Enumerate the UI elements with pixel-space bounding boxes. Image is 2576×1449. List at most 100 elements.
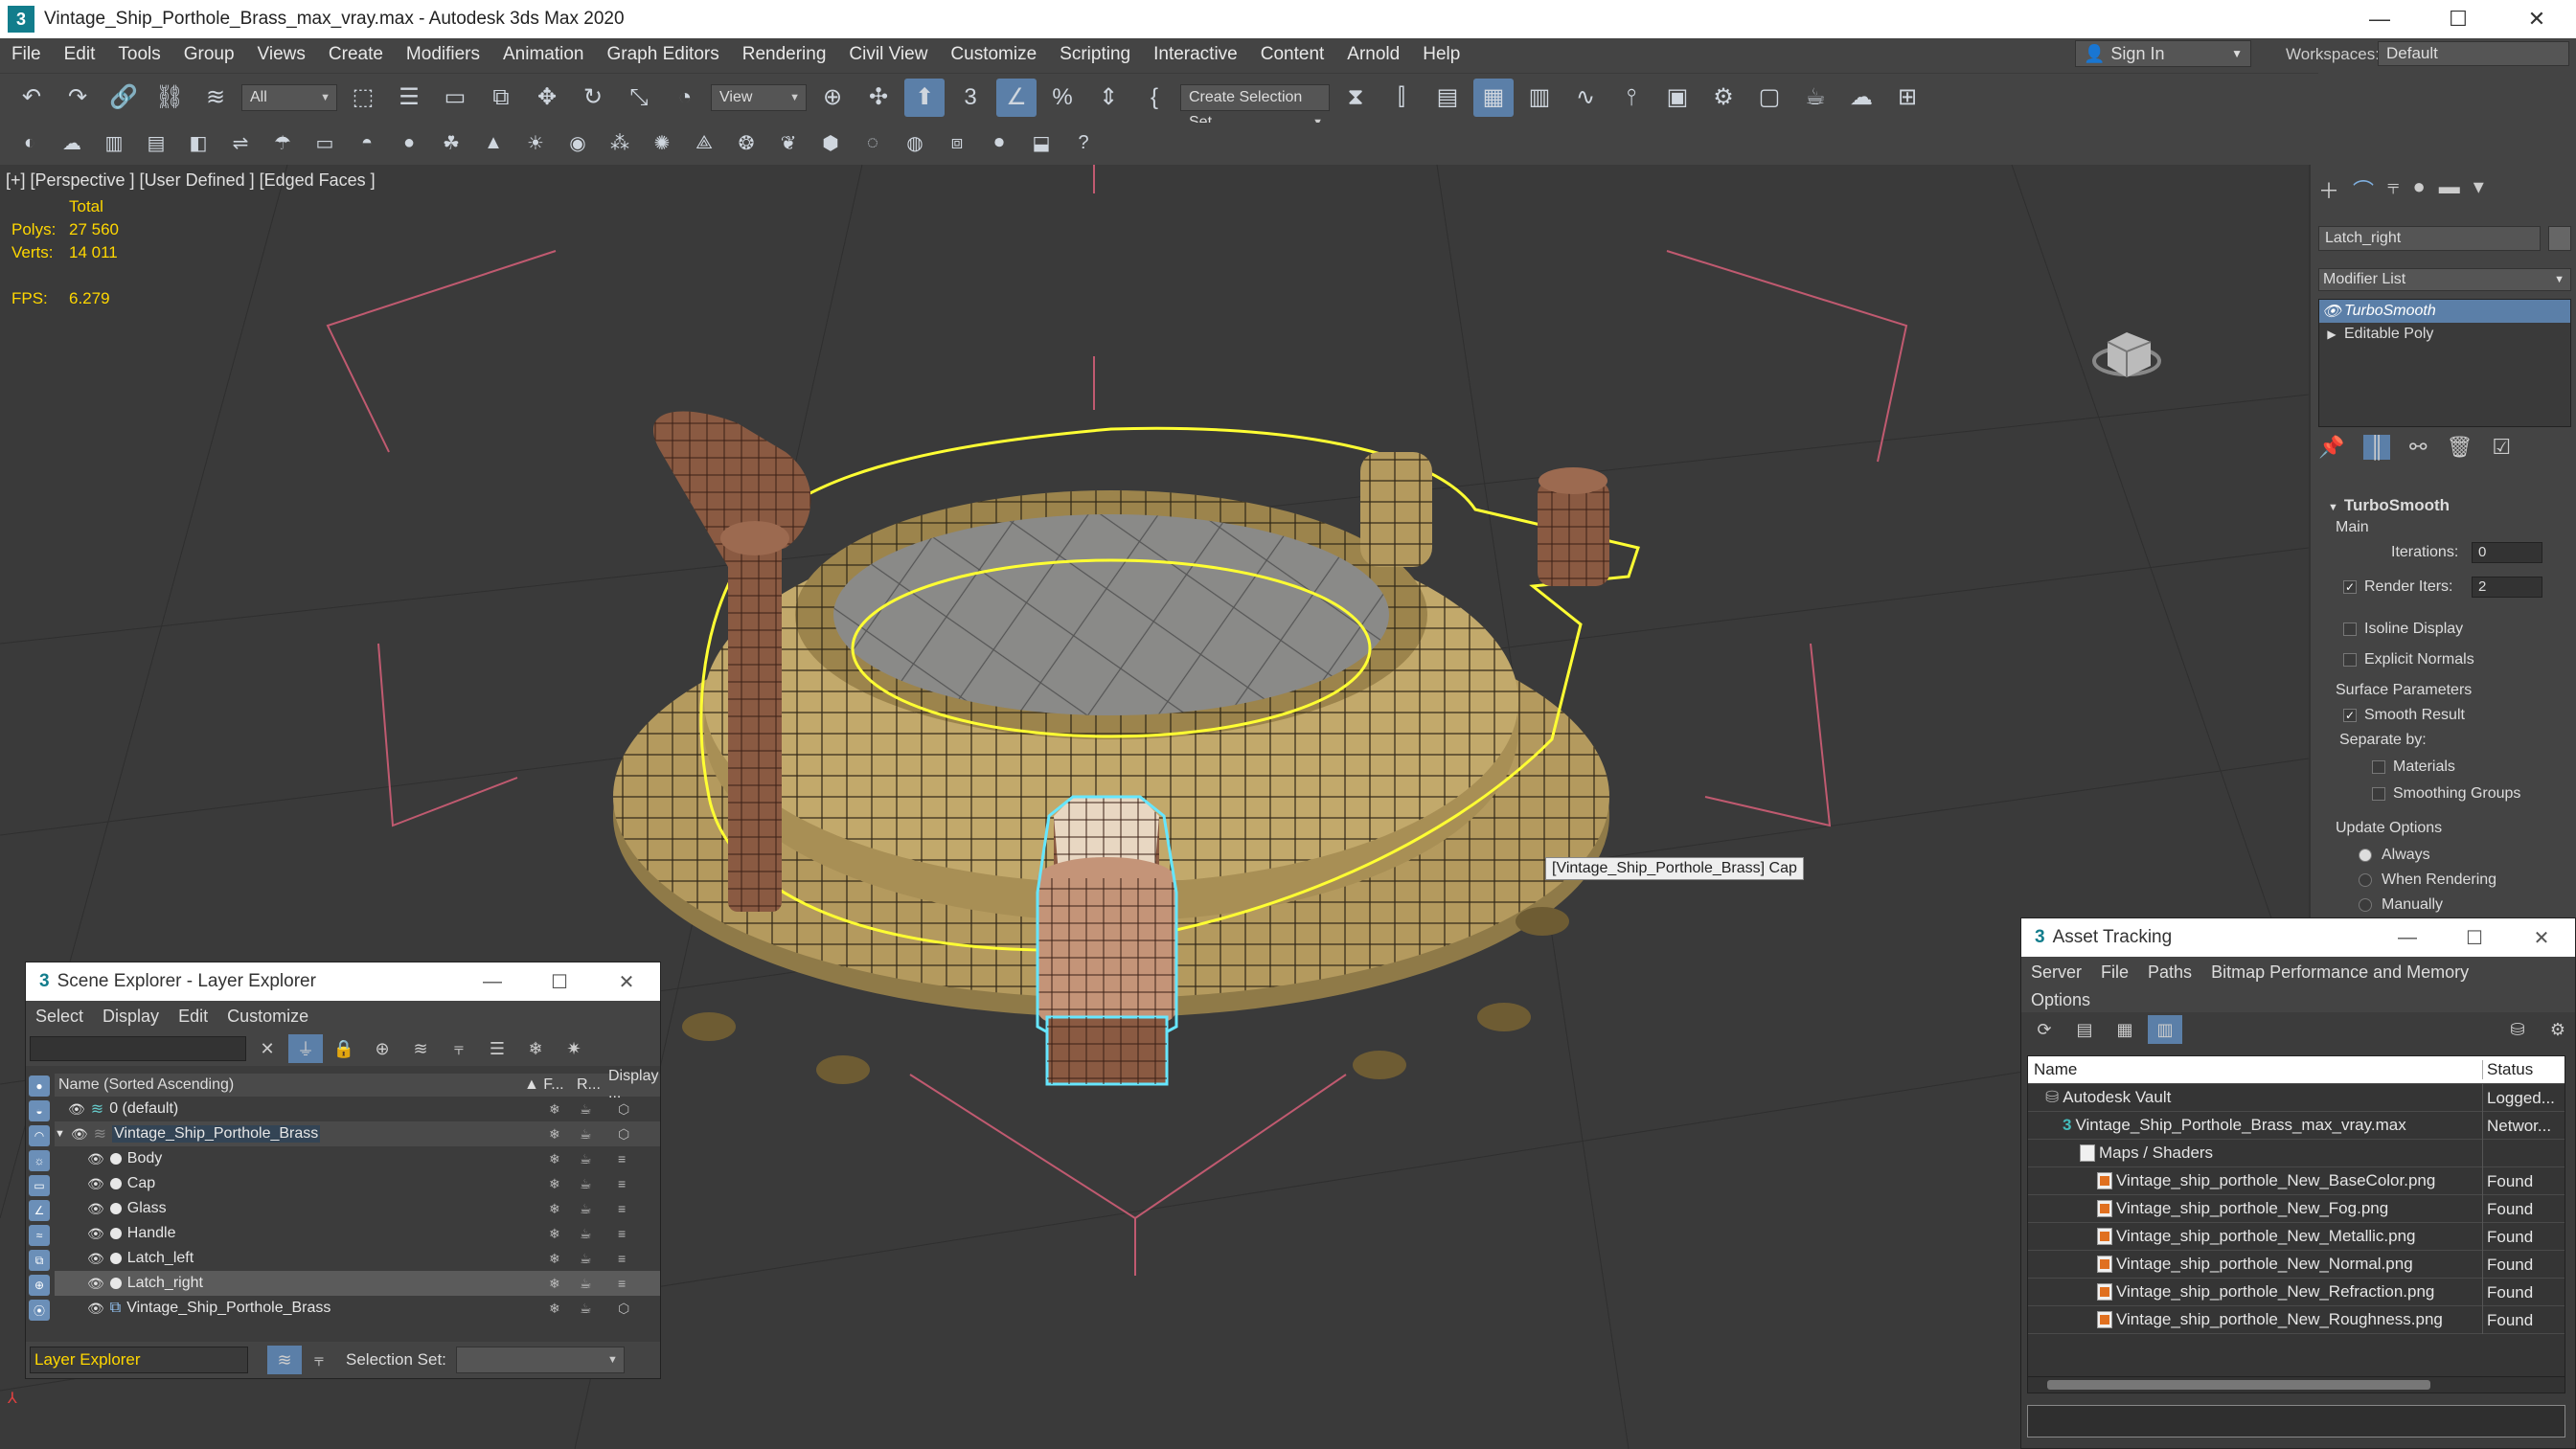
teapot-icon[interactable]: ☕ [580, 1101, 592, 1118]
teapot-icon[interactable]: ☕ [580, 1151, 592, 1167]
close-button[interactable]: ✕ [2497, 0, 2576, 38]
object-row[interactable]: 👁 Handle ❄ ☕ ≡ [55, 1221, 660, 1246]
material-editor-icon[interactable]: ▣ [1657, 79, 1698, 117]
stack-icon[interactable]: ≡ [618, 1226, 626, 1241]
freeze-icon[interactable]: ❄ [549, 1126, 560, 1143]
motion-tab-icon[interactable]: ● [2412, 174, 2425, 205]
at-menu-bitmap-performance[interactable]: Bitmap Performance and Memory [2201, 962, 2478, 983]
teapot-icon[interactable]: ☕ [580, 1251, 592, 1267]
minimize-button[interactable]: — [2340, 0, 2419, 38]
layer-explorer-mode-icon[interactable]: ≋ [267, 1346, 302, 1374]
vray-plane-icon[interactable]: ⟁ [686, 126, 722, 159]
percent-snap-icon[interactable]: % [1042, 79, 1083, 117]
asset-row[interactable]: ⛁ Autodesk Vault Logged... [2028, 1083, 2565, 1112]
se-menu-display[interactable]: Display [93, 1007, 169, 1027]
stack-icon[interactable]: ≡ [618, 1151, 626, 1166]
eye-icon[interactable]: 👁 [87, 1201, 104, 1217]
a360-gallery-icon[interactable]: ⊞ [1887, 79, 1927, 117]
vray-scene-converter-icon[interactable]: ⬓ [1023, 126, 1060, 159]
menu-help[interactable]: Help [1411, 44, 1471, 65]
se-menu-edit[interactable]: Edit [169, 1007, 217, 1027]
settings-icon[interactable]: ⚙ [2541, 1015, 2575, 1044]
layer-row[interactable]: ▼ 👁 ≋ Vintage_Ship_Porthole_Brass ❄ ☕ ⬡ [55, 1121, 660, 1146]
stack-icon[interactable]: ≡ [618, 1276, 626, 1291]
close-button[interactable]: ✕ [593, 962, 660, 1001]
smooth-result-checkbox[interactable]: ✓ [2343, 709, 2357, 722]
smoothing-groups-checkbox[interactable] [2372, 787, 2385, 801]
vray-ipr-icon[interactable]: ☁ [54, 126, 90, 159]
teapot-icon[interactable]: ☕ [580, 1126, 592, 1143]
reference-coordinate-dropdown[interactable]: View [711, 83, 807, 111]
display-shapes-icon[interactable]: ◠ [29, 1125, 50, 1146]
vray-mesh-light-icon[interactable]: ☘ [433, 126, 469, 159]
eye-icon[interactable]: 👁 [68, 1101, 85, 1118]
freeze-icon[interactable]: ❄ [549, 1226, 560, 1242]
col-status-header[interactable]: Status [2482, 1060, 2533, 1079]
close-button[interactable]: ✕ [2508, 918, 2575, 957]
unlink-icon[interactable]: ⛓ [149, 79, 190, 117]
menu-scripting[interactable]: Scripting [1048, 44, 1142, 65]
vray-ies-light-icon[interactable]: ▲ [475, 126, 512, 159]
freeze-icon[interactable]: ❄ [549, 1176, 560, 1192]
box-icon[interactable]: ⬡ [618, 1301, 629, 1317]
freeze-icon[interactable]: ❄ [549, 1276, 560, 1292]
se-menu-select[interactable]: Select [26, 1007, 93, 1027]
vray-clipper-icon[interactable]: ◌ [855, 126, 891, 159]
explicit-normals-checkbox[interactable] [2343, 653, 2357, 667]
display-none-icon[interactable]: ● [29, 1075, 50, 1097]
asset-row[interactable]: Vintage_ship_porthole_New_BaseColor.png … [2028, 1166, 2565, 1195]
always-radio[interactable] [2359, 849, 2372, 862]
vray-ambient-light-icon[interactable]: ◉ [559, 126, 596, 159]
manually-radio[interactable] [2359, 898, 2372, 912]
spinner-snap-icon[interactable]: ⇕ [1088, 79, 1128, 117]
object-row[interactable]: 👁 ⧉ Vintage_Ship_Porthole_Brass ❄ ☕ ⬡ [55, 1296, 660, 1321]
vray-sun-icon[interactable]: ☀ [517, 126, 554, 159]
render-in-cloud-icon[interactable]: ☁ [1841, 79, 1881, 117]
modify-tab-icon[interactable]: ⌒ [2353, 174, 2374, 205]
teapot-icon[interactable]: ☕ [580, 1301, 592, 1317]
vray-volume-grid-icon[interactable]: ❂ [728, 126, 764, 159]
filter-icon[interactable]: ⏚ [288, 1034, 323, 1063]
when-rendering-radio[interactable] [2359, 873, 2372, 887]
display-geometry-icon[interactable]: ◒ [29, 1100, 50, 1121]
object-row[interactable]: 👁 Glass ❄ ☕ ≡ [55, 1196, 660, 1221]
window-crossing-icon[interactable]: ⧉ [481, 79, 521, 117]
align-icon[interactable]: ⫿ [1381, 79, 1422, 117]
stack-item-turbosmooth[interactable]: 👁 TurboSmooth [2319, 300, 2570, 323]
se-search-input[interactable] [30, 1036, 246, 1061]
object-row[interactable]: 👁 Body ❄ ☕ ≡ [55, 1146, 660, 1171]
explorer-type-dropdown[interactable]: Layer Explorer [30, 1347, 248, 1373]
viewport-label-menu[interactable]: [+] [Perspective ] [User Defined ] [Edge… [6, 170, 376, 191]
vray-dome-light-icon[interactable]: ◓ [349, 126, 385, 159]
box-icon[interactable]: ⬡ [618, 1101, 629, 1118]
workspace-dropdown[interactable]: Default [2378, 41, 2569, 66]
eye-icon[interactable]: 👁 [87, 1276, 104, 1292]
vray-light-icon[interactable]: ▭ [307, 126, 343, 159]
table-view-icon[interactable]: ▦ [2108, 1015, 2142, 1044]
vray-fur-icon[interactable]: ✺ [644, 126, 680, 159]
display-bones-icon[interactable]: ⦿ [29, 1300, 50, 1321]
list-view-icon[interactable]: ▤ [2067, 1015, 2102, 1044]
toggle-scene-explorer-icon[interactable]: ▤ [1427, 79, 1468, 117]
menu-rendering[interactable]: Rendering [731, 44, 838, 65]
vray-sphere-fade-icon[interactable]: ◍ [897, 126, 933, 159]
freeze-icon[interactable]: ❄ [549, 1301, 560, 1317]
add-layer-icon[interactable]: ⊕ [365, 1034, 399, 1063]
asset-row[interactable]: Maps / Shaders [2028, 1139, 2565, 1167]
vray-settings-icon[interactable]: ▤ [138, 126, 174, 159]
render-production-icon[interactable]: ☕ [1795, 79, 1835, 117]
eye-icon[interactable]: 👁 [87, 1226, 104, 1242]
vray-render-icon[interactable]: ◐ [11, 126, 48, 159]
menu-interactive[interactable]: Interactive [1142, 44, 1249, 65]
vray-light-lister-icon[interactable]: ☂ [264, 126, 301, 159]
toggle-ribbon-icon[interactable]: ▥ [1519, 79, 1560, 117]
show-end-result-icon[interactable]: ║ [2363, 435, 2390, 460]
place-icon[interactable]: ◔ [665, 79, 705, 117]
display-cameras-icon[interactable]: ▭ [29, 1175, 50, 1196]
eye-icon[interactable]: 👁 [87, 1151, 104, 1167]
scene-explorer-titlebar[interactable]: 3 Scene Explorer - Layer Explorer — ☐ ✕ [26, 962, 660, 1001]
display-lights-icon[interactable]: ☼ [29, 1150, 50, 1171]
vault-icon[interactable]: ⛁ [2500, 1015, 2535, 1044]
settings-icon[interactable]: ✷ [557, 1034, 591, 1063]
menu-file[interactable]: File [0, 44, 53, 65]
